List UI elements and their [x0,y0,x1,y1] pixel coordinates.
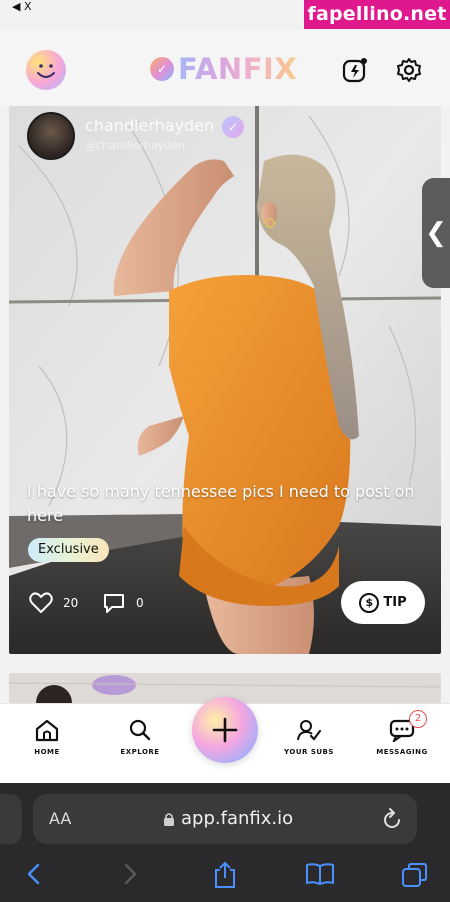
author-avatar[interactable] [27,112,75,160]
subscriptions-icon [297,720,322,741]
url-bar[interactable]: AA app.fanfix.io [33,794,417,844]
comment-bubble-icon [104,594,124,613]
back-arrow-icon[interactable] [22,861,46,887]
forward-arrow-icon[interactable] [118,861,142,887]
share-icon[interactable] [212,861,238,889]
heart-icon [29,592,53,613]
watermark: fapellino.net [304,0,450,29]
search-icon [129,719,151,741]
plus-icon [212,717,238,743]
author-handle[interactable]: @chandlerhayden [85,139,185,152]
nav-home-label: HOME [34,748,60,756]
tip-label: TIP [383,595,407,610]
home-icon [35,719,59,742]
tabs-icon[interactable] [401,861,429,889]
logo-badge-icon: ✓ [150,57,174,81]
post-photo[interactable] [9,106,441,654]
screen: ◀ X fapellino.net ✓ FANFIX chandlerhayde… [0,0,450,902]
reader-aa-button[interactable]: AA [49,794,71,844]
side-drawer-tab[interactable]: ❮ [422,178,450,288]
browser-toolbar [0,849,450,902]
profile-smiley-button[interactable] [26,50,66,90]
dollar-coin-icon: $ [359,592,380,613]
verified-badge-icon: ✓ [222,116,244,138]
comment-count: 0 [136,596,144,610]
like-button[interactable]: 20 [29,592,78,614]
post-caption: I have so many tennessee pics I need to … [27,482,415,525]
create-post-button[interactable] [192,697,258,763]
nav-explore-label: EXPLORE [120,748,160,756]
exclusive-badge: Exclusive [28,538,109,562]
author-name[interactable]: chandlerhayden [85,116,214,135]
nav-home[interactable]: HOME [2,718,92,756]
nav-your-subs[interactable]: YOUR SUBS [264,718,354,756]
smiley-face-icon [37,64,55,78]
reload-icon[interactable] [381,807,403,831]
comment-button[interactable]: 0 [102,592,144,614]
bottom-nav: HOME EXPLORE YOUR SUBS 2 MESSAGING [0,697,450,783]
back-to-app-link[interactable]: ◀ X [12,0,32,14]
nav-explore[interactable]: EXPLORE [95,718,185,756]
nav-your-subs-label: YOUR SUBS [284,748,334,756]
lightning-notification-icon[interactable] [341,56,369,84]
lock-icon [164,813,174,826]
bookmarks-icon[interactable] [305,861,335,887]
previous-tab-peek[interactable] [0,794,22,844]
logo-text: FANFIX [178,52,298,86]
nav-messaging[interactable]: 2 MESSAGING [357,710,447,756]
nav-messaging-label: MESSAGING [376,748,428,756]
messaging-badge: 2 [409,710,427,728]
post-card[interactable]: chandlerhayden ✓ @chandlerhayden I have … [9,106,441,654]
fanfix-logo[interactable]: ✓ FANFIX [150,52,297,86]
browser-url-area: AA app.fanfix.io [0,783,450,849]
like-count: 20 [63,596,79,610]
tip-button[interactable]: $ TIP [341,581,425,624]
gear-icon[interactable] [395,56,423,84]
url-text[interactable]: app.fanfix.io [181,794,293,844]
